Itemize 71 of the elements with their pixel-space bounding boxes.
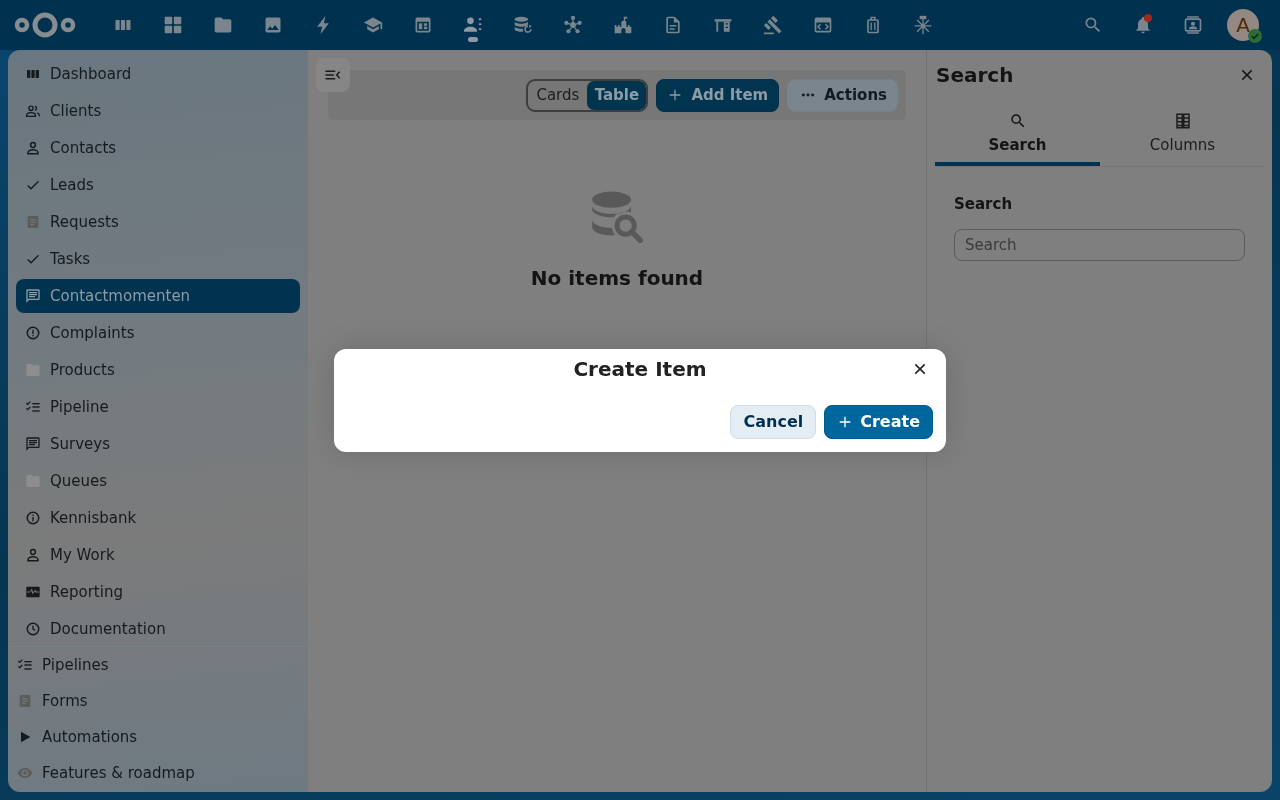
database-search-icon [590,190,644,244]
actions-button[interactable]: Actions [787,78,898,112]
castle-icon[interactable] [613,15,633,35]
message-icon [25,288,41,304]
sidebar-item[interactable]: Features & roadmap [8,756,308,790]
sidebar-item[interactable]: Tasks [16,242,300,276]
sidebar-item[interactable]: Surveys [16,427,300,461]
document-icon[interactable] [663,15,683,35]
view-option[interactable]: Table [587,80,647,110]
sidebar-item[interactable]: Automations [8,720,308,754]
create-button[interactable]: Create [824,405,933,439]
sidebar-item[interactable]: Dashboard [16,57,300,91]
graduation-cap-icon[interactable] [363,15,383,35]
view-option[interactable]: Cards [528,80,588,110]
grid-icon[interactable] [163,15,183,35]
sidebar-toggle-button[interactable] [316,58,350,92]
sidebar-item[interactable]: Complaints [16,316,300,350]
search-icon [1008,112,1027,130]
sidebar-item[interactable]: Reporting [16,575,300,609]
eye-icon [17,765,33,781]
dialog-title: Create Item [573,356,707,383]
people-icon [25,103,41,119]
contact-card-icon[interactable] [1183,15,1203,35]
alert-circle-icon [25,325,41,341]
field-label: Search [954,193,1014,214]
close-icon[interactable] [912,361,928,377]
clock-icon [25,621,41,637]
starburst-icon[interactable] [913,15,933,35]
person-list-icon[interactable] [463,15,483,35]
empty-message: No items found [530,266,704,290]
sidebar-item[interactable]: Requests [16,205,300,239]
sidebar-item[interactable]: My Work [16,538,300,572]
document-icon [25,214,41,230]
person-icon [25,547,41,563]
sidebar-item[interactable]: Kennisbank [16,501,300,535]
sidebar-item[interactable]: Contactmomenten [16,279,300,313]
message-icon [25,436,41,452]
sidebar-item[interactable]: Pipeline [16,390,300,424]
sidebar-item[interactable]: Contacts [16,131,300,165]
sidebar-item[interactable]: Clients [16,94,300,128]
sidebar-item[interactable]: Pipelines [8,648,308,682]
folder-icon [25,362,41,378]
checklist-icon [17,657,33,673]
info-icon [25,510,41,526]
sidebar-item[interactable]: Leads [16,168,300,202]
sidebar-item[interactable]: Products [16,353,300,387]
search-field[interactable]: Search [954,228,1245,261]
panel-tab[interactable]: Search [935,106,1100,166]
code-window-icon[interactable] [813,15,833,35]
document-icon [17,693,33,709]
bell-icon[interactable] [1133,15,1153,35]
network-icon[interactable] [563,15,583,35]
image-icon[interactable] [263,15,283,35]
sidebar-item[interactable]: Forms [8,684,308,718]
user-avatar[interactable]: A [1227,9,1259,41]
checklist-icon [25,399,41,415]
person-icon [25,140,41,156]
panel-title: Search [936,62,1014,89]
database-sync-icon[interactable] [513,15,533,35]
pulse-icon [25,584,41,600]
gavel-icon[interactable] [763,15,783,35]
cancel-button[interactable]: Cancel [730,405,817,439]
columns-icon [1173,112,1192,130]
three-circles-logo-icon[interactable] [14,12,76,38]
add-item-button[interactable]: Add Item [656,78,780,112]
panel-tab[interactable]: Columns [1100,106,1265,166]
sidebar-item[interactable]: Queues [16,464,300,498]
layout-icon[interactable] [413,15,433,35]
sidebar-item[interactable]: Documentation [16,612,300,646]
search-icon[interactable] [1083,15,1103,35]
folder-icon[interactable] [213,15,233,35]
